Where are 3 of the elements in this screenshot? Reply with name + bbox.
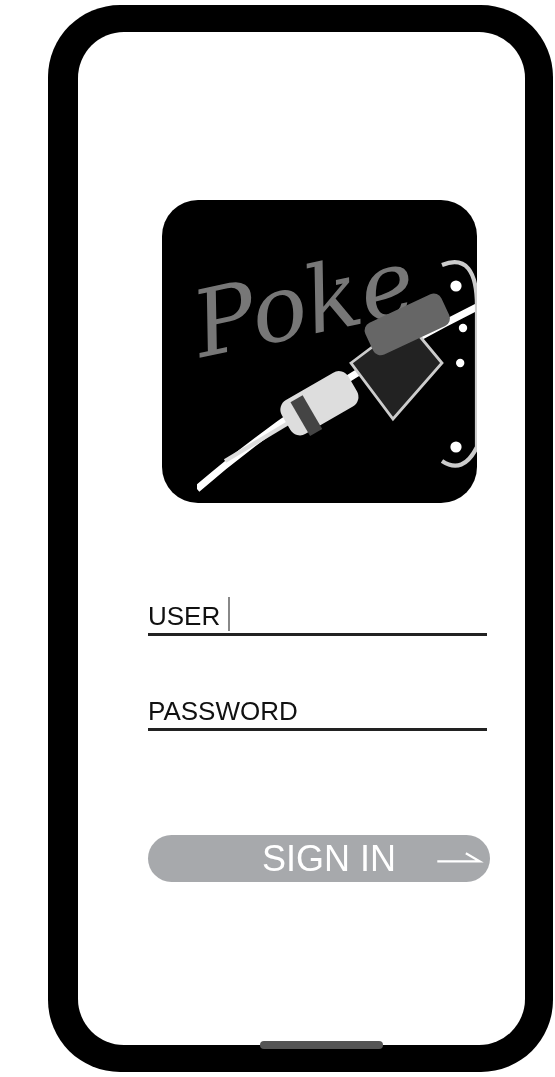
input-field[interactable]: USER xyxy=(148,593,487,636)
input-field[interactable]: PASSWORD xyxy=(148,688,487,731)
logo-text: Poke xyxy=(183,227,425,380)
